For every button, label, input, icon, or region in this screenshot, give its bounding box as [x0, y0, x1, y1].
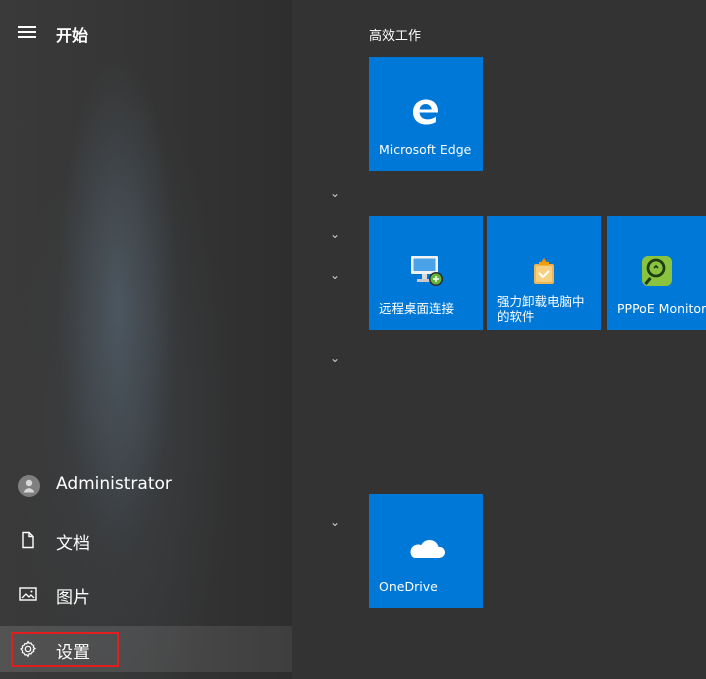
settings-highlight-box	[11, 632, 119, 667]
tile-onedrive[interactable]: OneDrive	[369, 494, 483, 608]
menu-icon[interactable]	[18, 25, 40, 41]
group-title: 高效工作	[369, 29, 422, 44]
chevron-down-icon[interactable]: ⌄	[328, 227, 342, 241]
start-right-panel	[292, 0, 706, 679]
chevron-down-icon[interactable]: ⌄	[328, 351, 342, 365]
start-menu: 开始 Administrator 文档 图片 设置 高效工作 ⌄ ⌄ ⌄ ⌄ ⌄…	[0, 0, 706, 679]
tile-microsoft-edge[interactable]: Microsoft Edge	[369, 57, 483, 171]
documents-item[interactable]: 文档	[0, 517, 292, 563]
pictures-label: 图片	[56, 588, 90, 608]
tile-uninstall-software[interactable]: 强力卸载电脑中的软件	[487, 216, 601, 330]
pictures-item[interactable]: 图片	[0, 571, 292, 617]
tile-label: PPPoE Monitor	[617, 301, 706, 316]
pppoe-monitor-icon	[640, 254, 674, 288]
tile-pppoe-monitor[interactable]: PPPoE Monitor	[607, 216, 706, 330]
uninstall-icon	[527, 254, 561, 288]
tile-remote-desktop[interactable]: 远程桌面连接	[369, 216, 483, 330]
chevron-down-icon[interactable]: ⌄	[328, 268, 342, 282]
user-account-item[interactable]: Administrator	[0, 462, 292, 508]
onedrive-icon	[406, 536, 446, 562]
picture-icon	[18, 584, 38, 604]
tile-label: 远程桌面连接	[379, 301, 455, 316]
tile-label: 强力卸载电脑中的软件	[497, 294, 585, 324]
remote-desktop-icon	[406, 250, 446, 290]
user-name-label: Administrator	[56, 474, 172, 494]
start-title: 开始	[56, 26, 89, 45]
document-icon	[18, 530, 38, 550]
start-left-panel: 开始 Administrator 文档 图片 设置	[0, 0, 292, 679]
edge-icon	[408, 94, 444, 130]
user-avatar-icon	[18, 475, 40, 497]
chevron-down-icon[interactable]: ⌄	[328, 186, 342, 200]
tile-label: Microsoft Edge	[379, 142, 472, 157]
tile-label: OneDrive	[379, 579, 438, 594]
chevron-down-icon[interactable]: ⌄	[328, 515, 342, 529]
documents-label: 文档	[56, 534, 90, 554]
